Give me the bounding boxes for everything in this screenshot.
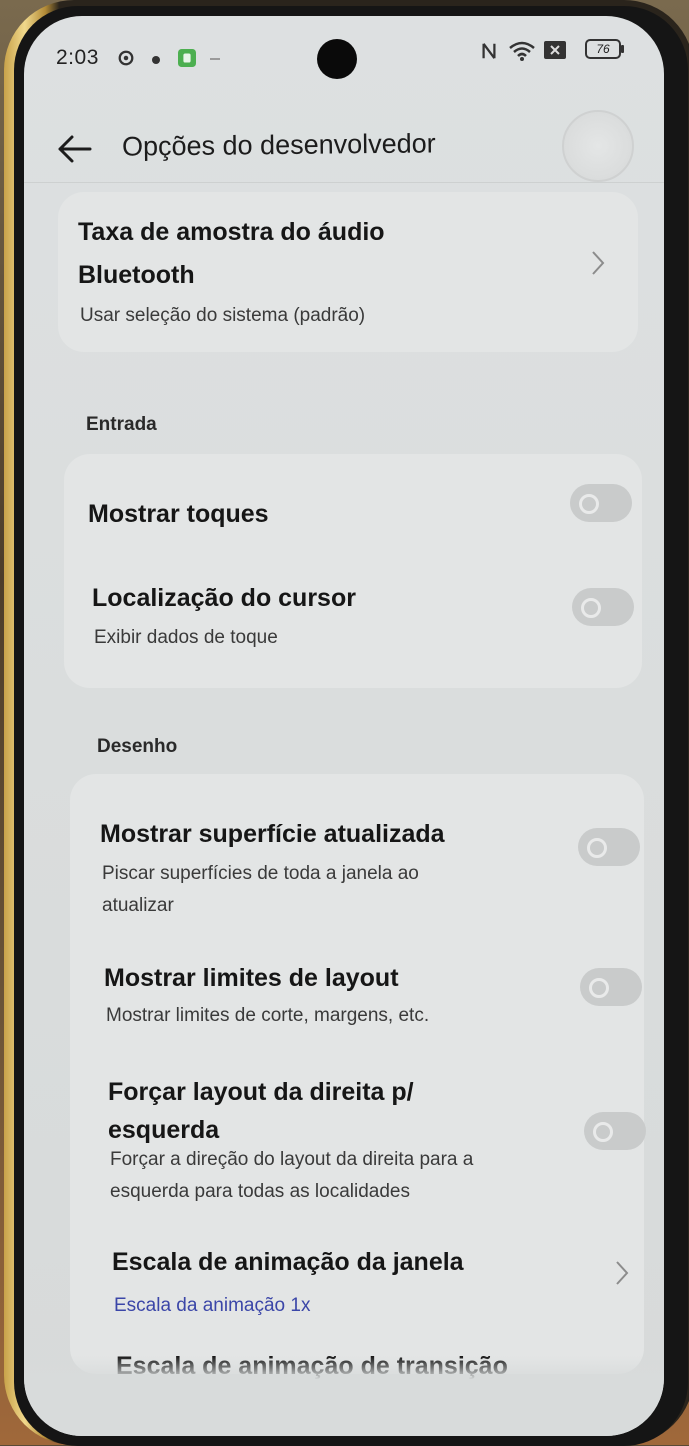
page-title: Opções do desenvolvedor xyxy=(121,128,436,162)
notification-dot-icon xyxy=(152,56,160,64)
wifi-icon xyxy=(509,41,535,61)
bluetooth-sample-rate-item[interactable]: Taxa de amostra do áudio Bluetooth Usar … xyxy=(58,192,638,352)
chevron-right-icon xyxy=(592,251,605,275)
show-surface-updates-title: Mostrar superfície atualizada xyxy=(100,820,445,848)
nfc-icon xyxy=(482,43,496,59)
bluetooth-sample-rate-title-line2: Bluetooth xyxy=(78,261,195,289)
chevron-right-icon xyxy=(616,1261,629,1285)
force-rtl-toggle[interactable] xyxy=(584,1112,646,1150)
no-sim-icon xyxy=(544,41,566,59)
arrow-left-icon[interactable] xyxy=(54,132,94,166)
pointer-location-toggle[interactable] xyxy=(572,588,634,626)
app-header: Opções do desenvolvedor xyxy=(24,106,664,186)
show-surface-updates-toggle[interactable] xyxy=(578,828,640,866)
more-notifications-icon xyxy=(210,58,220,60)
window-animation-scale-title: Escala de animação da janela xyxy=(112,1248,464,1276)
window-animation-scale-subtitle: Escala da animação 1x xyxy=(114,1295,311,1316)
search-button[interactable] xyxy=(562,110,634,182)
show-layout-bounds-title: Mostrar limites de layout xyxy=(104,964,399,992)
drawing-card: Mostrar superfície atualizada Piscar sup… xyxy=(70,774,646,1380)
force-rtl-subtitle-line2: esquerda para todas as localidades xyxy=(110,1181,410,1202)
pointer-location-title: Localização do cursor xyxy=(92,584,356,612)
bluetooth-sample-rate-title-line1: Taxa de amostra do áudio xyxy=(78,218,385,246)
bluetooth-sample-rate-subtitle: Usar seleção do sistema (padrão) xyxy=(80,305,366,326)
show-surface-updates-subtitle-line2: atualizar xyxy=(102,895,174,916)
section-label-input: Entrada xyxy=(86,414,157,435)
battery-indicator: 76 xyxy=(585,39,624,59)
show-taps-title: Mostrar toques xyxy=(88,500,269,528)
header-divider xyxy=(24,182,664,183)
vpn-icon xyxy=(118,50,134,66)
navigation-bar xyxy=(24,1356,664,1436)
status-bar: 2:03 76 xyxy=(24,16,664,96)
input-card: Mostrar toques Localização do cursor Exi… xyxy=(64,454,642,688)
show-layout-bounds-toggle[interactable] xyxy=(580,968,642,1006)
show-taps-toggle[interactable] xyxy=(570,484,632,522)
status-time: 2:03 xyxy=(56,46,99,69)
app-notification-icon xyxy=(178,49,196,67)
show-layout-bounds-subtitle: Mostrar limites de corte, margens, etc. xyxy=(106,1005,430,1026)
section-label-drawing: Desenho xyxy=(97,736,178,757)
phone-screen: 2:03 76 Opções do desenvolvedor Taxa de … xyxy=(24,16,664,1436)
front-camera xyxy=(317,39,357,79)
force-rtl-subtitle-line1: Forçar a direção do layout da direita pa… xyxy=(110,1149,474,1170)
show-surface-updates-subtitle-line1: Piscar superfícies de toda a janela ao xyxy=(102,863,419,884)
pointer-location-subtitle: Exibir dados de toque xyxy=(94,627,278,648)
